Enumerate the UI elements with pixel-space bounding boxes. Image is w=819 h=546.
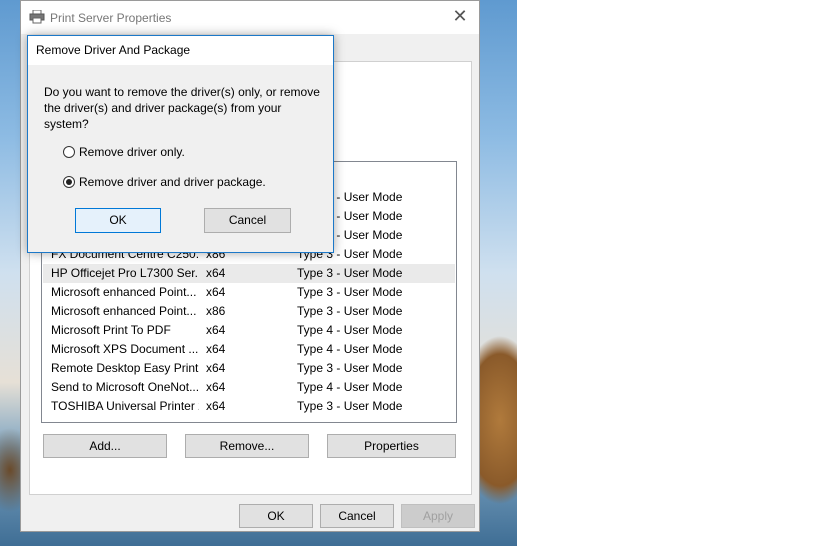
driver-type-cell: Type 4 - User Mode [297,342,403,356]
apply-button[interactable]: Apply [401,504,475,528]
driver-row[interactable]: Microsoft Print To PDF x64 Type 4 - User M… [43,321,455,340]
dialog-ok-button[interactable]: OK [75,208,161,233]
driver-environment-cell: x64 [206,342,226,356]
driver-name-cell: TOSHIBA Universal Printer 2 [51,399,199,413]
driver-type-cell: Type 4 - User Mode [297,380,403,394]
driver-environment-cell: x64 [206,266,226,280]
driver-name-cell: Microsoft enhanced Point... [51,285,197,299]
driver-row[interactable]: HP Officejet Pro L7300 Ser... x64 Type 3 -… [43,264,455,283]
driver-type-cell: Type 3 - User Mode [297,399,403,413]
radio-button-checked[interactable] [63,176,75,188]
driver-name-cell: Remote Desktop Easy Print [51,361,199,375]
radio-label-driver-only: Remove driver only. [79,145,185,159]
dialog-message: Do you want to remove the driver(s) only… [44,85,320,131]
driver-type-cell: Type 3 - User Mode [297,361,403,375]
radio-button-unchecked[interactable] [63,146,75,158]
driver-type-cell: Type 3 - User Mode [297,266,403,280]
close-icon[interactable]: ✕ [449,5,471,27]
add-driver-button[interactable]: Add... [43,434,167,458]
radio-label-driver-and-package: Remove driver and driver package. [79,175,266,189]
driver-environment-cell: x64 [206,361,226,375]
driver-environment-cell: x64 [206,380,226,394]
driver-type-cell: Type 3 - User Mode [297,304,403,318]
driver-name-cell: Microsoft XPS Document ... [51,342,199,356]
driver-environment-cell: x64 [206,323,226,337]
driver-name-cell: Send to Microsoft OneNot... [51,380,199,394]
driver-row[interactable]: Send to Microsoft OneNot... x64 Type 4 - U… [43,378,455,397]
driver-row[interactable]: TOSHIBA Universal Printer 2 x64 Type 3 - U… [43,397,455,416]
driver-type-cell: Type 4 - User Mode [297,323,403,337]
printer-icon [29,10,45,24]
dialog-title: Remove Driver And Package [36,43,191,57]
driver-row[interactable]: Microsoft XPS Document ... x64 Type 4 - Us… [43,340,455,359]
window-titlebar[interactable]: Print Server Properties ✕ [21,1,479,34]
driver-name-cell: HP Officejet Pro L7300 Ser... [51,266,199,280]
ok-button[interactable]: OK [239,504,313,528]
driver-name-cell: Microsoft Print To PDF [51,323,171,337]
dialog-cancel-button[interactable]: Cancel [204,208,291,233]
driver-name-cell: Microsoft enhanced Point... [51,304,197,318]
driver-environment-cell: x86 [206,304,226,318]
driver-type-cell: Type 3 - User Mode [297,285,403,299]
dialog-titlebar[interactable]: Remove Driver And Package [28,36,333,65]
driver-properties-button[interactable]: Properties [327,434,456,458]
driver-environment-cell: x64 [206,399,226,413]
remove-driver-dialog: Remove Driver And Package Do you want to… [27,35,334,253]
window-title: Print Server Properties [50,11,172,25]
driver-row[interactable]: Remote Desktop Easy Print x64 Type 3 - Use… [43,359,455,378]
driver-row[interactable]: Microsoft enhanced Point... x64 Type 3 - U… [43,283,455,302]
driver-row[interactable]: Microsoft enhanced Point... x86 Type 3 - U… [43,302,455,321]
remove-driver-button[interactable]: Remove... [185,434,309,458]
driver-environment-cell: x64 [206,285,226,299]
cancel-button[interactable]: Cancel [320,504,394,528]
